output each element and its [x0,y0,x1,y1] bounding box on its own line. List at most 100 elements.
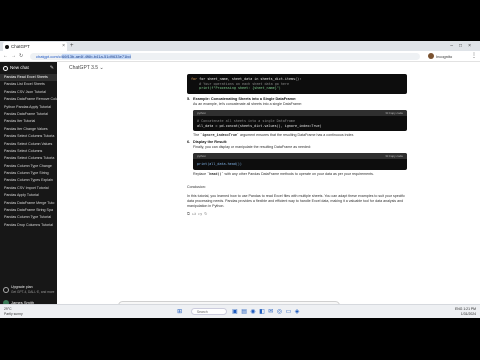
browser-tab[interactable]: ChatGPT × [3,42,67,51]
chat-main: ChatGPT 3.5 ⌄ for for sheet_name, sheet_… [57,62,480,310]
windows-start-icon[interactable]: ⊞ [177,309,186,315]
step-text: Finally, you can display or manipulate t… [193,145,311,150]
code-language: python [197,111,207,115]
sidebar-chat-item[interactable]: Pandas Iter Change Values [0,126,57,133]
code-block-content: print(all_data.head()) [193,159,407,170]
new-chat-button[interactable]: New chat ✎ [0,62,57,74]
message-actions: ⧉👍︎👎︎↻ [187,211,407,217]
upgrade-plan-button[interactable]: Upgrade plan Get GPT-4, DALL·E, and more [0,284,57,296]
taskbar-search-placeholder: Search [196,309,208,314]
profile-avatar [428,53,434,60]
note-text: Replace [193,171,207,176]
language-indicator: ENG [455,306,463,311]
inline-code: `head()` [207,171,224,176]
code-block-content: # Concatenate all sheets into a single D… [193,116,407,131]
sidebar-chat-item[interactable]: Pandas Drop Columns Tutorial [0,222,57,229]
terminal-icon[interactable]: ▭ [286,309,295,315]
sidebar-chat-item[interactable]: Pandas Column Type Change [0,163,57,170]
inline-code: `ignore_index=True` [200,133,239,138]
model-selector[interactable]: ChatGPT 3.5 ⌄ [69,65,104,71]
code-note: The `ignore_index=True` argument ensures… [187,133,407,138]
sidebar-chat-item[interactable]: Pandas DataFrame Merge Tuto [0,200,57,207]
sidebar-chat-item[interactable]: Pandas Select Columns Tutoria [0,133,57,140]
new-chat-label: New chat [10,65,29,70]
code-header: python ⧉ Copy code [193,110,407,116]
step-number: 5. [187,97,191,101]
step-number: 6. [187,140,191,145]
url-prefix: chatgpt.com/c/ [36,53,63,59]
code-line: # Concatenate all sheets into a single D… [197,119,295,123]
copy-label: Copy code [388,111,403,115]
sidebar-chat-item[interactable]: Pandas List Excel Sheets [0,81,57,88]
sidebar-chat-item[interactable]: Pandas Select Column Values [0,141,57,148]
code-line: print(all_data.head()) [197,162,242,167]
system-tray[interactable]: ENG 1:21 PM 1/31/2024 [455,307,476,317]
tab-title: ChatGPT [11,44,30,49]
sidebar-chat-item[interactable]: Pandas DataFrame Remove Colu [0,96,57,103]
code-language: python [197,154,207,159]
profile-button[interactable]: Incognito [428,53,468,60]
regenerate-icon[interactable]: ↻ [204,211,209,216]
code-block: python ⧉ Copy code # Concatenate all she… [193,110,407,132]
copy-label: Copy code [388,154,403,159]
step-heading: 6. Display the Result: [187,140,407,145]
store-icon[interactable]: ◧ [259,309,268,315]
edge-browser-icon[interactable]: ◉ [250,309,259,315]
app-icon[interactable]: ◈ [295,309,303,315]
address-bar-row: ←→↻ chatgpt.com/c/66f13b-ae4f-4f6b-b41a-… [0,51,480,62]
code-block: for for sheet_name, sheet_data in sheets… [187,74,407,94]
upgrade-icon [3,287,9,293]
chrome-icon[interactable]: ◎ [277,309,286,315]
close-tab-icon[interactable]: × [62,42,65,51]
mail-icon[interactable]: ✉ [268,309,277,315]
code-block: python ⧉ Copy code print(all_data.head()… [193,153,407,170]
assistant-message: for for sheet_name, sheet_data in sheets… [187,74,407,217]
new-tab-button[interactable]: + [70,41,74,51]
code-line: # Your operations on each sheet data go … [191,81,289,86]
copy-code-button[interactable]: ⧉ Copy code [386,153,403,159]
sidebar-chat-item[interactable]: Pandas Apply Tutorial [0,192,57,199]
note-text: argument ensures that the resulting Data… [240,133,355,138]
sidebar-chat-item[interactable]: Python Pandas Apply Tutorial [0,104,57,111]
code-header: python ⧉ Copy code [193,153,407,160]
clock-time: 1:21 PM [463,306,476,311]
file-explorer-icon[interactable]: ▤ [241,309,250,315]
window-controls[interactable]: –□× [450,41,477,51]
conclusion-title: Conclusion: [187,184,206,189]
chatgpt-favicon-icon [5,44,9,49]
step-title: Example: Concatenating Sheets into a Sin… [193,97,297,101]
sidebar-chat-item[interactable]: Pandas Select Columns Tutoria [0,155,57,162]
url-input[interactable]: chatgpt.com/c/66f13b-ae4f-4f6b-b41a-51d9… [30,52,420,60]
copy-code-button[interactable]: ⧉ Copy code [386,110,403,116]
sidebar-chat-item[interactable]: Pandas Column Type Tutorial [0,214,57,221]
sidebar-chat-item[interactable]: Pandas CSV Import Tutorial [0,185,57,192]
conclusion-text: In this tutorial, you learned how to use… [187,193,405,208]
url-selected-text: 66f13b-ae4f-4f6b-b41a-51d9633e71bd [62,53,131,59]
sidebar-chat-item[interactable]: Pandas Iter Tutorial [0,118,57,125]
step-title: Display the Result: [193,140,228,145]
code-note: Replace `head()` with any other Pandas D… [187,172,407,177]
sidebar: New chat ✎ Pandas Read Excel Sheets Panda… [0,62,57,310]
note-text: with any other Pandas DataFrame methods … [224,171,374,176]
browser-tab-bar: ChatGPT × + –□× [0,41,480,51]
sidebar-chat-item[interactable]: Pandas DataFrame String Spa [0,207,57,214]
sidebar-chat-item[interactable]: Pandas Column Types Explain [0,177,57,184]
taskbar-apps: ⊞ Search ▣▤◉◧✉◎▭◈ [0,307,480,317]
edit-icon[interactable]: ✎ [50,62,54,74]
step-text: As an example, let's concatenate all she… [193,102,302,106]
chat-history-list: Pandas Read Excel Sheets Pandas List Exce… [0,74,57,229]
step-heading: 5. Example: Concatenating Sheets into a S… [187,97,407,102]
task-view-icon[interactable]: ▣ [232,309,241,315]
sidebar-chat-item[interactable]: Pandas CSV Json Tutorial [0,89,57,96]
screen-frame: ChatGPT × + –□× ←→↻ chatgpt.com/c/66f13b… [0,41,480,318]
sidebar-chat-item[interactable]: Pandas Column Type String [0,170,57,177]
taskbar-search[interactable]: Search [190,307,227,315]
sidebar-chat-item[interactable]: Pandas Read Excel Sheets [0,74,57,82]
code-line: for sheet_name, sheet_data in sheets_dic… [199,77,302,81]
nav-buttons[interactable]: ←→↻ [3,51,26,61]
profile-label: Incognito [436,53,453,59]
browser-menu-icon[interactable]: ⋮ [471,51,477,61]
clock-date: 1/31/2024 [460,311,476,316]
sidebar-chat-item[interactable]: Pandas Select Columns [0,148,57,155]
sidebar-chat-item[interactable]: Pandas DataFrame Tutorial [0,111,57,118]
